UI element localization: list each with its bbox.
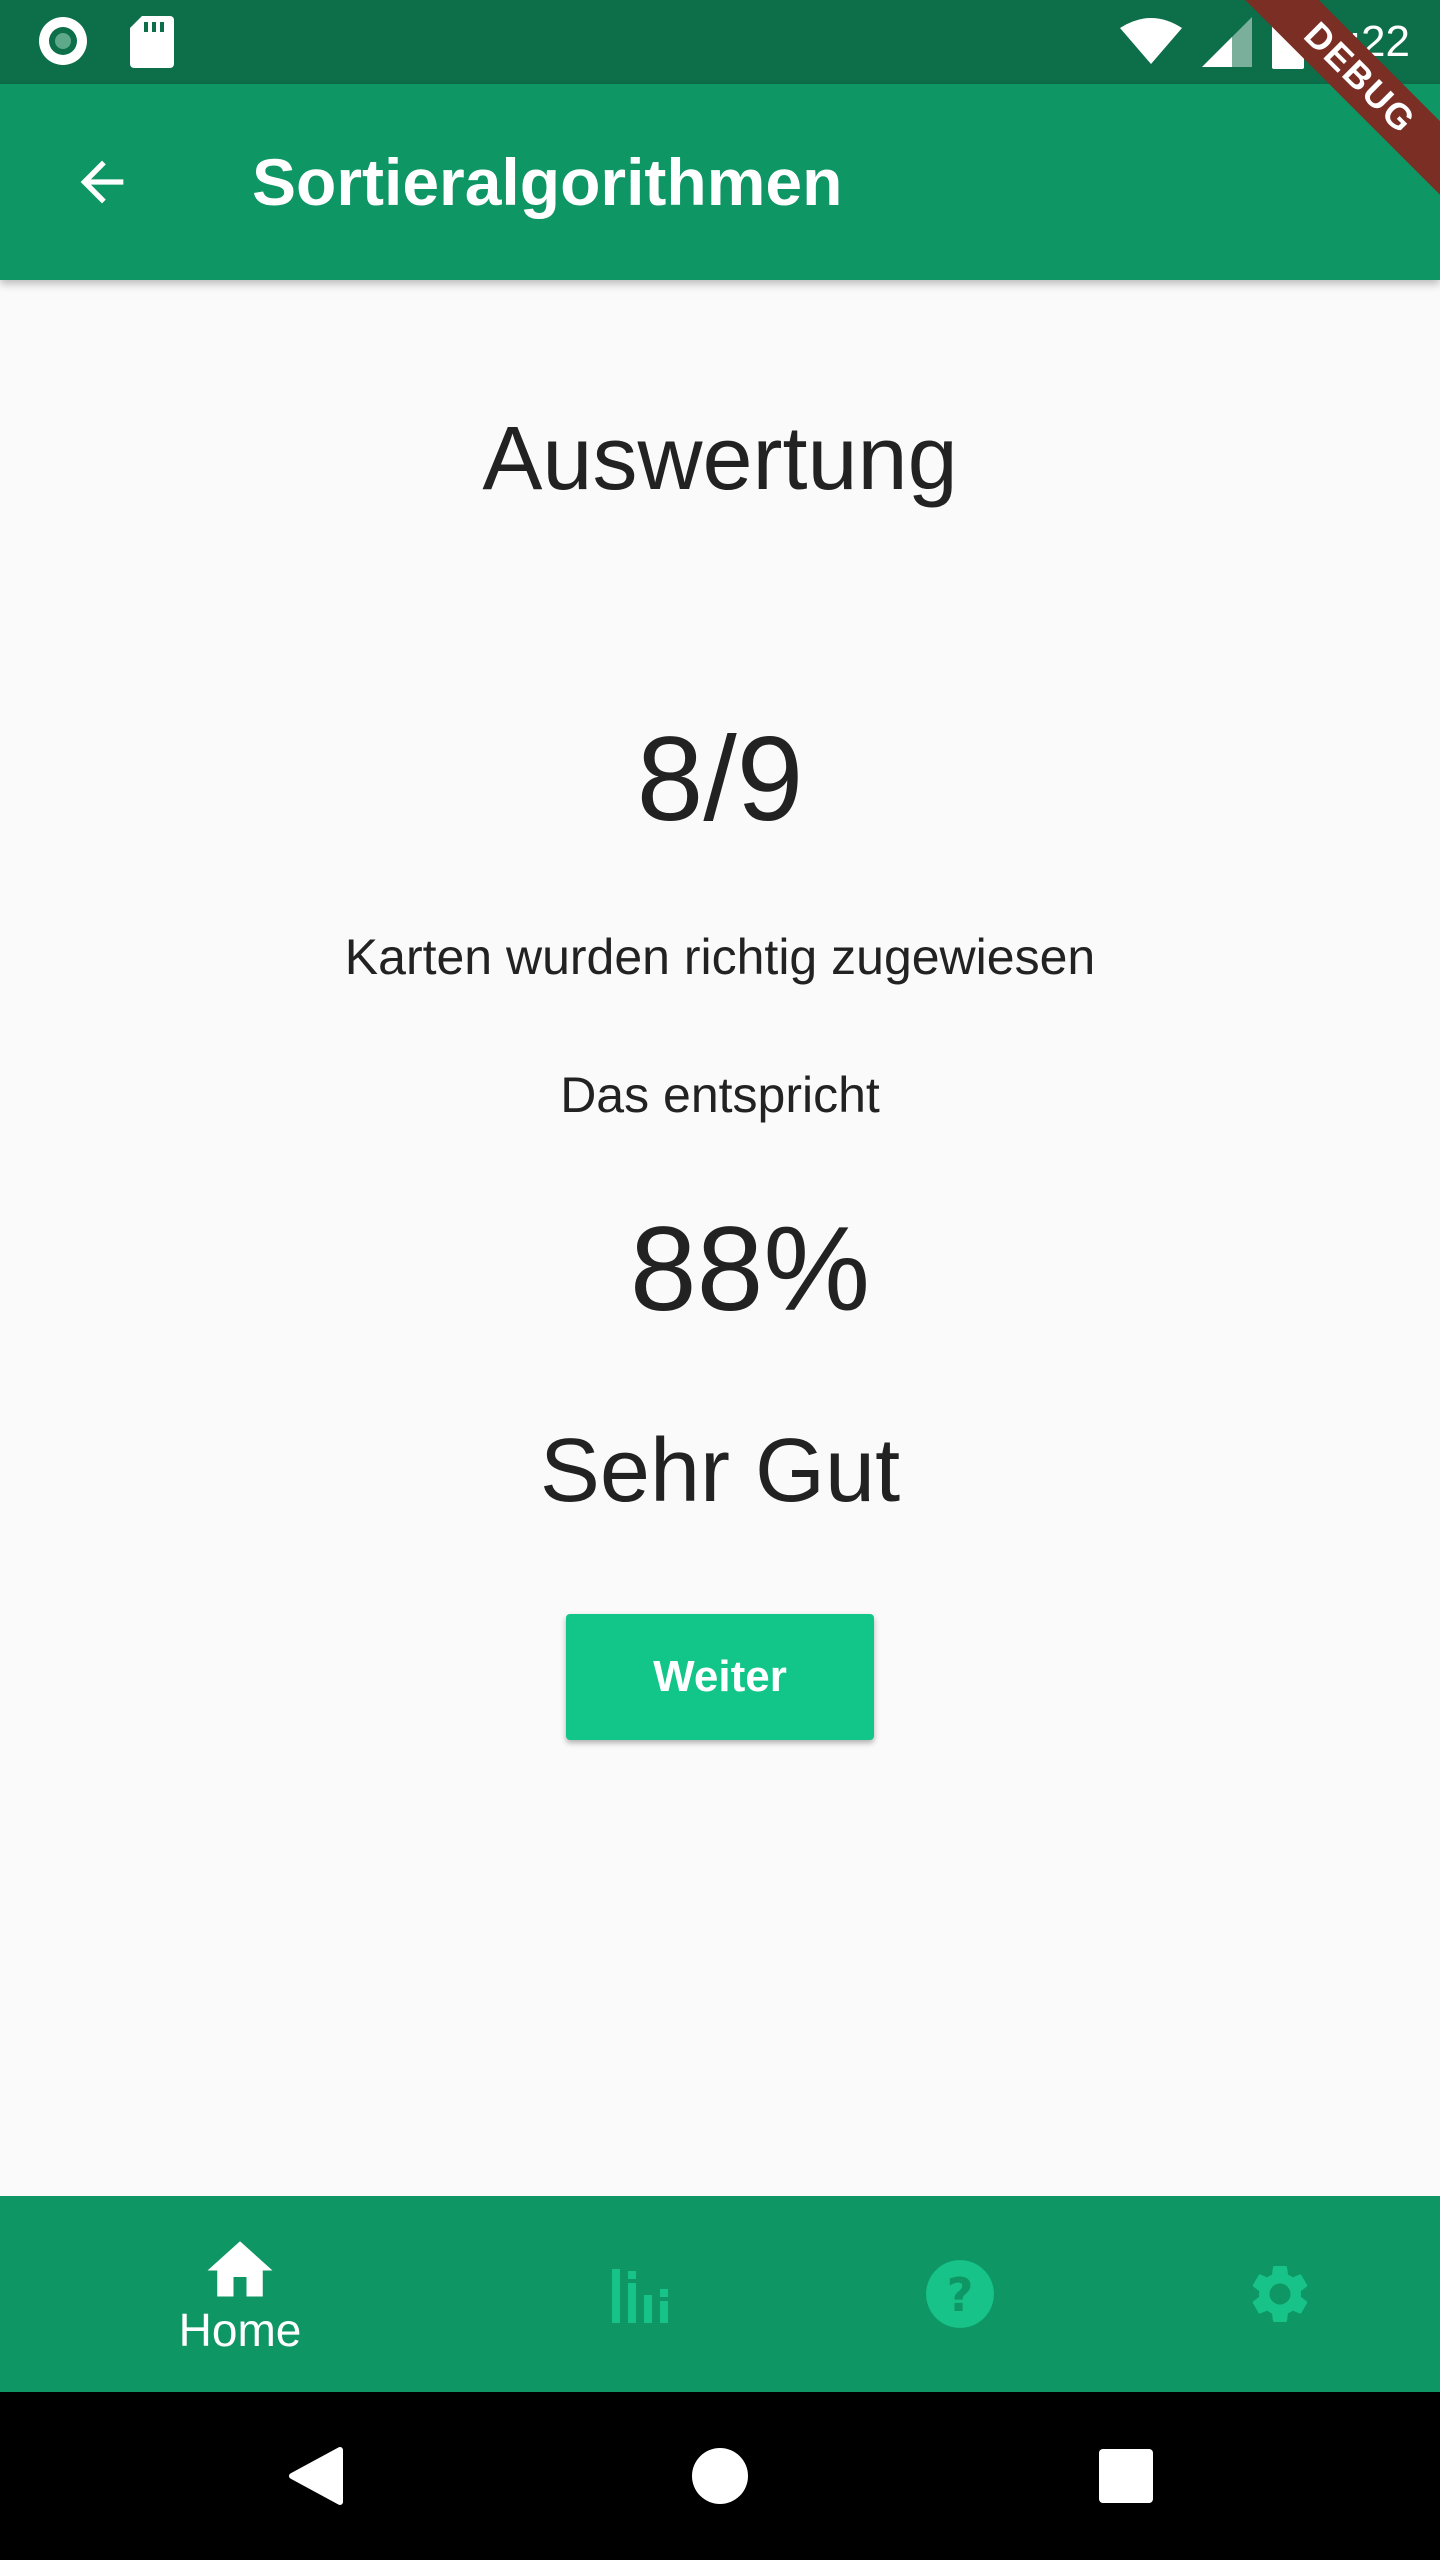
nav-item-help[interactable]: ? <box>780 2196 1140 2392</box>
status-time: 4:22 <box>1324 17 1410 66</box>
nav-item-settings[interactable] <box>1100 2196 1440 2392</box>
signal-icon <box>1202 17 1253 67</box>
nav-item-statistics[interactable] <box>460 2196 820 2392</box>
back-button[interactable] <box>52 132 152 232</box>
system-nav-bar <box>0 2392 1440 2560</box>
svg-text:?: ? <box>947 2268 974 2322</box>
next-button[interactable]: Weiter <box>566 1614 874 1740</box>
system-recents-button[interactable] <box>1026 2392 1226 2560</box>
equals-caption: Das entspricht <box>560 1067 880 1123</box>
settings-icon <box>1252 2266 1308 2322</box>
bar-chart-icon <box>612 2269 668 2323</box>
grade-label: Sehr Gut <box>539 1421 901 1521</box>
status-bar-right: 4:22 <box>1120 0 1410 84</box>
arrow-back-icon <box>80 160 124 204</box>
help-icon: ? <box>926 2260 994 2328</box>
result-heading: Auswertung <box>482 409 958 509</box>
home-icon <box>207 2241 273 2297</box>
sd-card-icon <box>130 16 174 68</box>
percent-value: 88% <box>629 1202 871 1336</box>
score-caption: Karten wurden richtig zugewiesen <box>344 929 1096 985</box>
status-bar-left <box>36 14 174 68</box>
wifi-icon <box>1120 18 1183 64</box>
score-value: 8/9 <box>636 712 804 846</box>
nav-item-home[interactable]: Home <box>60 2196 420 2392</box>
result-content: Auswertung 8/9 Karten wurden richtig zug… <box>0 280 1440 2196</box>
battery-icon <box>1272 15 1305 69</box>
record-icon <box>39 17 87 65</box>
app-bar: Sortieralgorithmen <box>0 84 1440 280</box>
status-bar: 4:22 <box>0 0 1440 84</box>
system-back-button[interactable] <box>216 2392 416 2560</box>
page-title: Sortieralgorithmen <box>252 145 843 219</box>
nav-label-home: Home <box>178 2304 302 2356</box>
system-home-button[interactable] <box>620 2392 820 2560</box>
square-recents-icon <box>1099 2449 1153 2503</box>
circle-home-icon <box>692 2448 748 2504</box>
triangle-back-icon <box>289 2447 343 2505</box>
bottom-nav: Home ? <box>0 2196 1440 2392</box>
